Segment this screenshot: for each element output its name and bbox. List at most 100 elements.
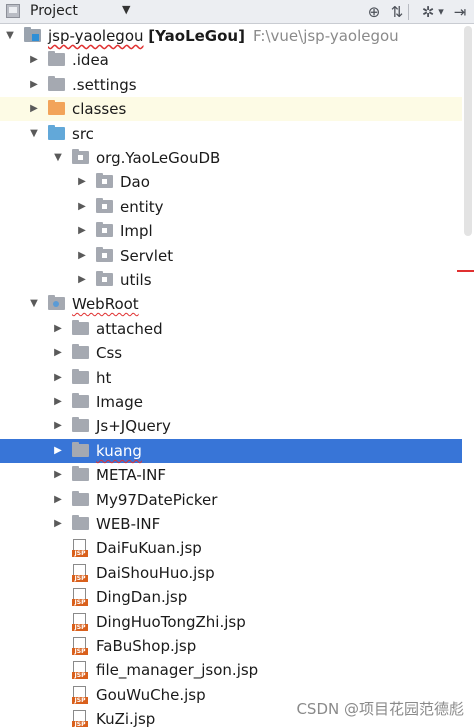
package-icon [96,173,113,188]
collapsed-arrow-icon[interactable]: ▶ [52,341,64,365]
tree-folder-row[interactable]: ▶ META-INF [0,463,462,487]
tree-folder-row[interactable]: ▶ .idea [0,48,462,72]
folder-icon [72,442,89,457]
tree-item-label: Dao [120,173,150,191]
tree-file-row[interactable]: JSP DaiFuKuan.jsp [0,536,462,560]
tree-folder-row[interactable]: ▶ Impl [0,219,462,243]
tree-folder-row[interactable]: ▶ Js+JQuery [0,414,462,438]
tree-folder-row[interactable]: ▶ .settings [0,73,462,97]
collapsed-arrow-icon[interactable]: ▶ [52,390,64,414]
tree-folder-row[interactable]: ▶ ht [0,366,462,390]
tree-folder-row[interactable]: ▶ entity [0,195,462,219]
error-stripe-marker[interactable] [457,270,474,272]
tree-item-label: DingDan.jsp [96,588,188,606]
expanded-arrow-icon[interactable]: ▼ [52,146,64,170]
tree-folder-row[interactable]: ▶ WEB-INF [0,512,462,536]
settings-gear-icon[interactable]: ✲ [419,2,437,22]
collapsed-arrow-icon[interactable]: ▶ [52,317,64,341]
tree-item-label: FaBuShop.jsp [96,637,197,655]
package-icon [96,222,113,237]
tree-folder-row[interactable]: ▼ org.YaoLeGouDB [0,146,462,170]
source-folder-icon [48,125,65,140]
collapsed-arrow-icon[interactable]: ▶ [28,97,40,121]
tree-folder-row[interactable]: ▼ src [0,122,462,146]
collapsed-arrow-icon[interactable]: ▶ [76,219,88,243]
jsp-file-icon: JSP [72,588,88,606]
jsp-file-icon: JSP [72,637,88,655]
tree-item-label: WebRoot [72,295,139,313]
tree-folder-row[interactable]: ▶ Dao [0,170,462,194]
folder-icon [48,51,65,66]
tree-item-label: My97DatePicker [96,491,218,509]
collapsed-arrow-icon[interactable]: ▶ [52,366,64,390]
tree-file-row[interactable]: JSP DaiShouHuo.jsp [0,561,462,585]
collapsed-arrow-icon[interactable]: ▶ [28,48,40,72]
package-icon [96,247,113,262]
folder-icon [72,320,89,335]
collapsed-arrow-icon[interactable]: ▶ [52,439,64,463]
tree-folder-row[interactable]: ▶ kuang [0,439,462,463]
collapsed-arrow-icon[interactable]: ▶ [52,463,64,487]
tree-item-label: jsp-yaolegou [YaoLeGou] F:\vue\jsp-yaoleg… [48,27,399,45]
folder-icon [72,466,89,481]
jsp-file-icon: JSP [72,539,88,557]
collapsed-arrow-icon[interactable]: ▶ [76,170,88,194]
collapsed-arrow-icon[interactable]: ▶ [76,244,88,268]
tree-item-label: META-INF [96,466,167,484]
tree-item-label: kuang [96,442,142,460]
expanded-arrow-icon[interactable]: ▼ [28,292,40,316]
expanded-arrow-icon[interactable]: ▼ [28,122,40,146]
locate-icon[interactable]: ⊕ [364,2,384,22]
tree-folder-row[interactable]: ▶ Servlet [0,244,462,268]
expanded-arrow-icon[interactable]: ▼ [4,24,16,48]
tree-folder-row[interactable]: ▼ WebRoot [0,292,462,316]
tree-item-label: src [72,125,94,143]
tree-item-label: .idea [72,51,109,69]
tree-item-label: .settings [72,76,137,94]
web-folder-icon [48,295,65,310]
tree-file-row[interactable]: JSP FaBuShop.jsp [0,634,462,658]
tree-item-label: DaiFuKuan.jsp [96,539,202,557]
collapsed-arrow-icon[interactable]: ▶ [52,512,64,536]
collapse-all-icon[interactable]: ⇅ [387,2,407,22]
tree-file-row[interactable]: JSP DingDan.jsp [0,585,462,609]
excluded-folder-icon [48,100,65,115]
project-view-title[interactable]: Project [30,3,78,19]
tree-item-label: KuZi.jsp [96,710,156,727]
tree-file-row[interactable]: JSP file_manager_json.jsp [0,658,462,682]
tree-item-label: WEB-INF [96,515,161,533]
tree-item-label: GouWuChe.jsp [96,686,206,704]
folder-icon [72,515,89,530]
jsp-file-icon: JSP [72,686,88,704]
caret-down-icon[interactable]: ▼ [122,3,130,16]
collapsed-arrow-icon[interactable]: ▶ [52,414,64,438]
folder-icon [72,417,89,432]
tree-file-row[interactable]: JSP DingHuoTongZhi.jsp [0,610,462,634]
scrollbar-thumb[interactable] [464,26,472,236]
tree-item-label: attached [96,320,163,338]
tree-item-label: DingHuoTongZhi.jsp [96,613,246,631]
package-icon [72,149,89,164]
project-tree[interactable]: ▼ jsp-yaolegou [YaoLeGou] F:\vue\jsp-yaole… [0,24,462,727]
collapsed-arrow-icon[interactable]: ▶ [52,488,64,512]
collapsed-arrow-icon[interactable]: ▶ [28,73,40,97]
vertical-scrollbar[interactable] [462,24,474,727]
tree-folder-row[interactable]: ▶ Css [0,341,462,365]
tree-folder-row[interactable]: ▶ My97DatePicker [0,488,462,512]
tree-item-label: Css [96,344,123,362]
settings-dropdown-icon[interactable]: ▾ [436,2,446,22]
project-window-icon [6,4,20,18]
folder-icon [72,393,89,408]
tree-folder-row[interactable]: ▶ classes [0,97,462,121]
collapsed-arrow-icon[interactable]: ▶ [76,268,88,292]
tree-folder-row[interactable]: ▶ attached [0,317,462,341]
collapsed-arrow-icon[interactable]: ▶ [76,195,88,219]
tree-item-label: Servlet [120,247,174,265]
tree-item-label: Js+JQuery [96,417,171,435]
tree-folder-row[interactable]: ▼ jsp-yaolegou [YaoLeGou] F:\vue\jsp-yaole… [0,24,462,48]
tree-folder-row[interactable]: ▶ utils [0,268,462,292]
hide-panel-icon[interactable]: ⇥ [450,2,470,22]
folder-icon [72,344,89,359]
project-toolbar: Project ▼ ⊕ ⇅ ✲ ▾ ⇥ [0,0,474,24]
tree-folder-row[interactable]: ▶ Image [0,390,462,414]
